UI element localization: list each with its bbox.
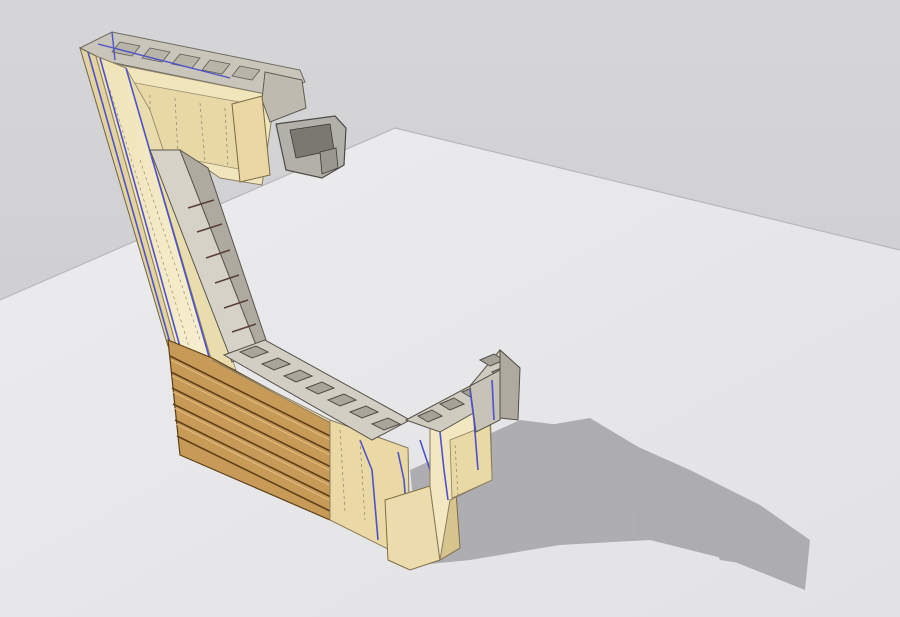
model-viewport[interactable] [0,0,900,617]
wall-section-model [0,0,900,617]
